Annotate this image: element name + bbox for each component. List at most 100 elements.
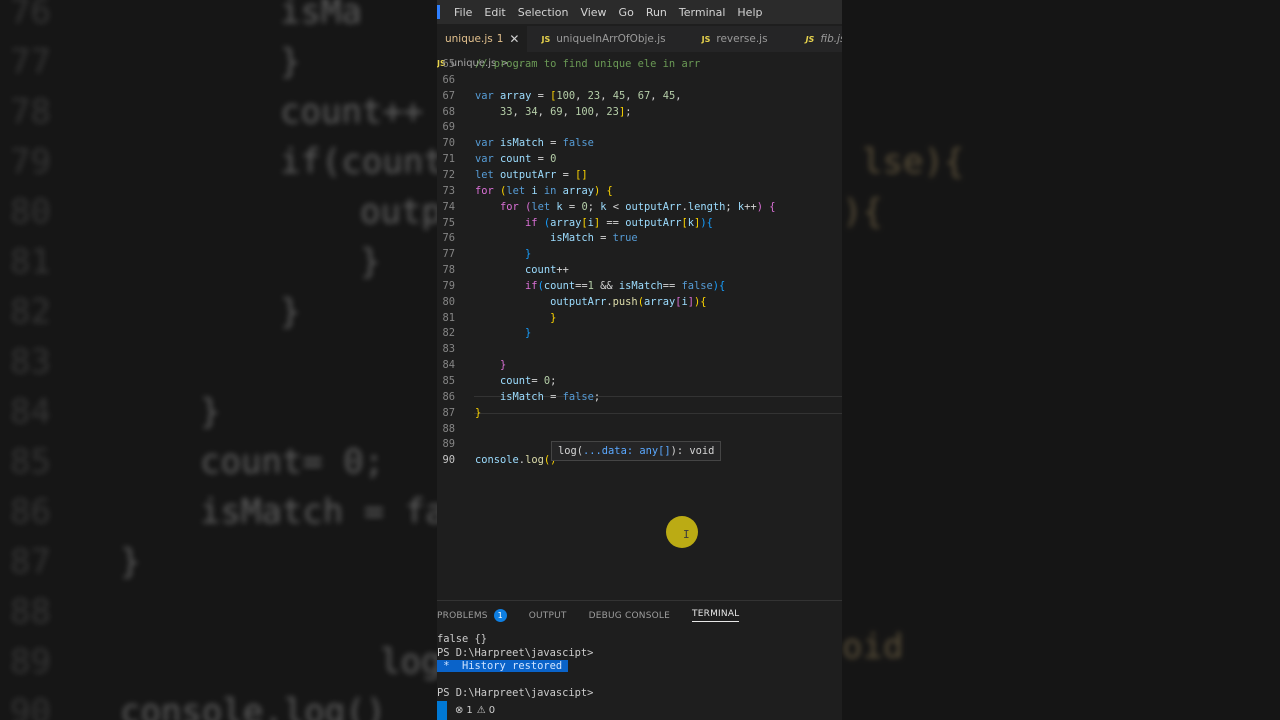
code-line[interactable]: 65 // program to find unique ele in arr [437,58,842,74]
bg-line-number: 79 [10,142,51,182]
mouse-cursor-highlight [666,516,698,548]
panel-tabs: PROBLEMS 1 OUTPUT DEBUG CONSOLE TERMINAL [437,609,761,622]
bg-code-text: } [200,392,221,432]
tab-problems-label: PROBLEMS [437,610,488,621]
status-bar: ⊗ 1 ⚠ 0 [437,701,842,720]
code-line[interactable]: 69 [437,121,842,137]
code-line[interactable]: 68 33, 34, 69, 100, 23]; [437,106,842,122]
line-number: 83 [442,343,455,356]
tab-fib-js[interactable]: JS fib.js [776,26,842,52]
line-number: 81 [442,311,455,324]
line-source: } [525,248,532,261]
terminal-prompt[interactable]: PS D:\Harpreet\javascipt> [437,687,593,701]
menu-selection[interactable]: Selection [518,6,569,19]
line-number: 80 [442,295,455,308]
tab-label: uniqueInArrOfObje.js [556,33,666,45]
bg-code-text: count++ [280,92,424,132]
code-line[interactable]: 79 if(count==1 && isMatch== false){ [437,280,842,296]
bg-line-number: 89 [10,642,51,682]
tab-label: unique.js [445,33,493,45]
line-number: 73 [442,184,455,197]
line-source: } [550,311,557,324]
code-line[interactable]: 75 if (array[i] == outputArr[k]){ [437,217,842,233]
line-number: 66 [442,73,455,86]
code-line[interactable]: 80 outputArr.push(array[i]){ [437,296,842,312]
line-number: 84 [442,359,455,372]
tab-label: fib.js [820,33,842,45]
tab-reverse-js[interactable]: JS reverse.js [674,26,776,52]
background-right-shade [842,0,1280,720]
bg-line-number: 84 [10,392,51,432]
line-number: 74 [442,200,455,213]
terminal-history-line: * History restored [437,660,593,674]
menu-run[interactable]: Run [646,6,667,19]
code-line[interactable]: 71 var count = 0 [437,153,842,169]
code-line[interactable]: 72 let outputArr = [] [437,169,842,185]
code-line[interactable]: 86 isMatch = false; [437,391,842,407]
code-line[interactable]: 81 } [437,312,842,328]
bg-line-number: 90 [10,692,51,720]
code-line[interactable]: 78 count++ [437,264,842,280]
code-line[interactable]: 83 [437,343,842,359]
line-source: if (array[i] == outputArr[k]){ [525,216,713,229]
code-line[interactable]: 82 } [437,327,842,343]
tab-label: reverse.js [716,33,768,45]
menu-help[interactable]: Help [737,6,762,19]
tab-unique-js[interactable]: unique.js 1 ✕ [437,26,528,52]
menu-terminal[interactable]: Terminal [679,6,726,19]
line-number: 89 [442,438,455,451]
tab-terminal-label: TERMINAL [692,609,740,619]
menu-edit[interactable]: Edit [484,6,505,19]
bg-code-text: } [280,42,301,82]
line-number: 65 [442,58,455,70]
warning-count: 0 [488,705,496,716]
js-file-icon: JS [805,34,815,44]
code-line[interactable]: 66 [437,74,842,90]
error-icon[interactable]: ⊗ [455,705,463,716]
menu-file[interactable]: File [454,6,472,19]
code-line[interactable]: 76 isMatch = true [437,232,842,248]
hint-suffix: ): void [670,445,715,457]
menu-view[interactable]: View [580,6,606,19]
tab-uniqueinarrofobje-js[interactable]: JS uniqueInArrOfObje.js [527,26,673,52]
code-line[interactable]: 74 for (let k = 0; k < outputArr.length;… [437,201,842,217]
parameter-hint-tooltip: log(...data: any[]): void [551,441,722,461]
bg-line-number: 81 [10,242,51,282]
close-icon[interactable]: ✕ [509,32,519,46]
code-line[interactable]: 87} [437,407,842,423]
editor-tab-bar: unique.js 1 ✕ JS uniqueInArrOfObje.js JS… [437,26,842,52]
tab-debug-console-label: DEBUG CONSOLE [588,610,671,621]
code-line[interactable]: 73 for (let i in array) { [437,185,842,201]
tab-problems[interactable]: PROBLEMS 1 [437,609,507,622]
line-source: // program to find unique ele in arr [475,58,701,70]
terminal-output[interactable]: false {} PS D:\Harpreet\javascipt> * His… [437,633,593,701]
line-number: 76 [442,232,455,245]
code-editor[interactable]: 65 // program to find unique ele in arr 66… [437,58,842,486]
history-restored-label: * History restored [437,660,569,672]
tab-debug-console[interactable]: DEBUG CONSOLE [589,611,670,621]
code-line[interactable]: 77 } [437,248,842,264]
problems-badge: 1 [493,609,507,622]
line-number: 72 [442,168,455,181]
code-line[interactable]: 84 } [437,359,842,375]
remote-indicator[interactable] [437,701,447,720]
code-line[interactable]: 88 [437,423,842,439]
code-line[interactable]: 85 count= 0; [437,375,842,391]
code-line[interactable]: 67 var array = [100, 23, 45, 67, 45, [437,90,842,106]
line-number: 79 [442,279,455,292]
bg-code-text: outp [360,192,442,232]
line-number: 90 [442,454,455,467]
bg-line-number: 85 [10,442,51,482]
bg-code-text: if(count [280,142,444,182]
tab-output[interactable]: OUTPUT [529,611,567,621]
line-source: let outputArr = [] [475,168,588,181]
line-source: for (let i in array) { [475,184,613,197]
code-line[interactable]: 70 var isMatch = false [437,137,842,153]
warning-icon[interactable]: ⚠ [477,705,486,716]
line-source: } [525,327,532,340]
bg-line-number: 83 [10,342,51,382]
menu-go[interactable]: Go [619,6,634,19]
bg-code-text: isMa [280,0,362,32]
tab-terminal[interactable]: TERMINAL [692,609,740,622]
line-number: 68 [442,105,455,118]
